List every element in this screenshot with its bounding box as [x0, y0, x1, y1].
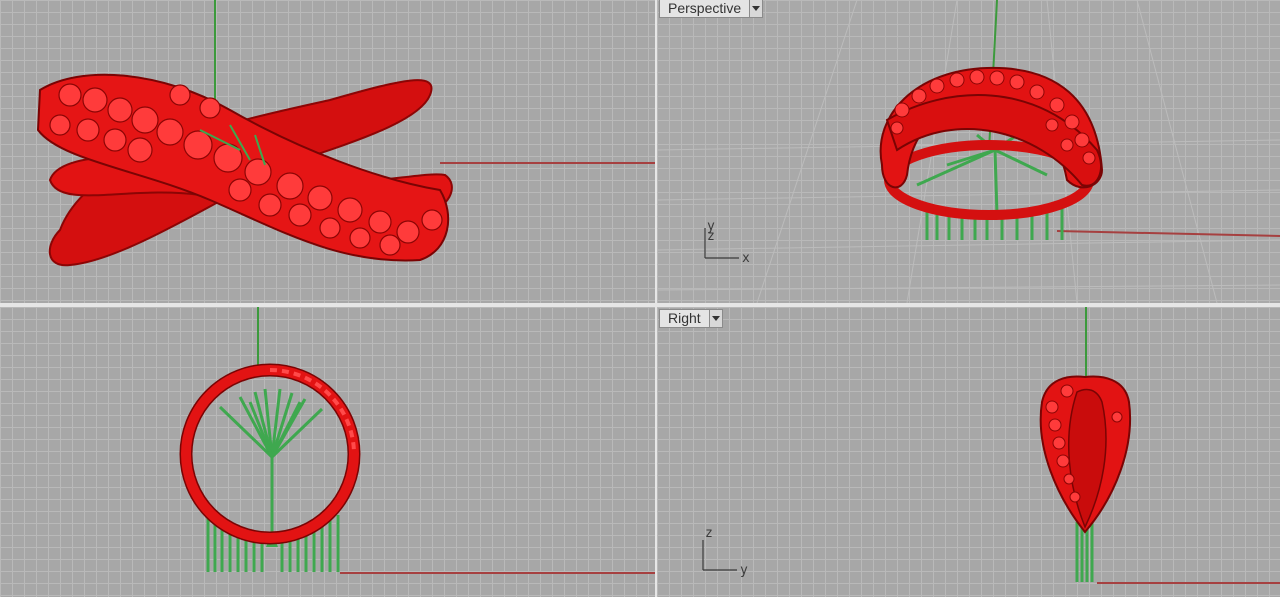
viewport-label-right[interactable]: Right [659, 309, 723, 328]
ring-model[interactable] [36, 73, 453, 267]
front-view-scene [179, 307, 655, 574]
viewport-front[interactable] [0, 307, 655, 597]
axis-label-z: z [707, 229, 715, 244]
viewport-right[interactable]: Right z y [657, 307, 1280, 597]
axis-label-z: z [705, 526, 713, 541]
viewport-label-perspective[interactable]: Perspective [659, 0, 764, 18]
ring-model[interactable] [879, 66, 1104, 240]
perspective-scene: y z x [657, 0, 1280, 303]
chevron-down-icon[interactable] [708, 310, 722, 327]
chevron-down-icon[interactable] [749, 0, 763, 17]
viewport-top[interactable] [0, 0, 655, 303]
axis-indicator: z y [702, 526, 748, 578]
axis-label-y: y [740, 563, 748, 578]
top-view-scene [36, 0, 655, 267]
axis-indicator: y z x [704, 219, 750, 266]
ring-model[interactable] [1039, 375, 1131, 582]
right-view-scene: z y [702, 307, 1280, 584]
axis-label-x: x [742, 251, 750, 266]
viewport-name: Right [668, 310, 701, 326]
perspective-grid [657, 0, 1280, 303]
viewport-name: Perspective [668, 0, 742, 16]
ring-model[interactable] [179, 363, 361, 572]
viewport-perspective[interactable]: Perspective y z x [657, 0, 1280, 303]
x-axis-line [1056, 230, 1280, 237]
